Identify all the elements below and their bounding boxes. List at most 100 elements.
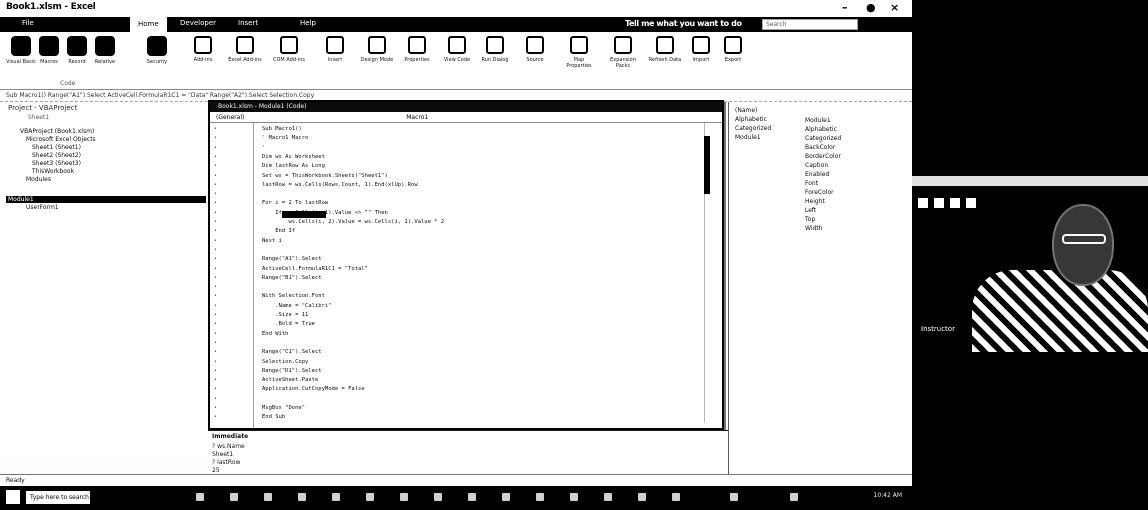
taskbar-app-icon[interactable] <box>502 493 510 501</box>
project-tree-item[interactable]: Modules <box>26 176 51 183</box>
taskbar-app-icon[interactable] <box>604 493 612 501</box>
property-row[interactable]: ForeColor <box>805 188 841 197</box>
property-row[interactable]: (Name) <box>735 106 771 115</box>
taskbar-app-icon[interactable] <box>196 493 204 501</box>
code-line[interactable]: Set ws = ThisWorkbook.Sheets("Sheet1") <box>262 173 388 179</box>
code-line[interactable]: Range("C1").Select <box>262 349 322 355</box>
refresh-data-button[interactable]: Refresh Data <box>648 36 682 63</box>
code-line[interactable]: lastRow = ws.Cells(Rows.Count, 1).End(xl… <box>262 182 418 188</box>
taskbar-app-icon[interactable] <box>366 493 374 501</box>
relative-button[interactable]: Relative <box>88 36 122 65</box>
property-row[interactable]: Height <box>805 197 841 206</box>
restore-button[interactable]: ● <box>866 1 876 14</box>
code-line[interactable]: Next i <box>262 238 282 244</box>
camera-control-icon[interactable] <box>966 198 976 208</box>
taskbar-app-icon[interactable] <box>536 493 544 501</box>
procedure-select[interactable]: Macro1 <box>406 114 428 121</box>
taskbar-app-icon[interactable] <box>468 493 476 501</box>
camera-control-icon[interactable] <box>918 198 928 208</box>
camera-control-icon[interactable] <box>950 198 960 208</box>
property-row[interactable]: BackColor <box>805 143 841 152</box>
design-mode-button[interactable]: Design Mode <box>360 36 394 63</box>
property-row[interactable]: Width <box>805 224 841 233</box>
taskbar-search-input[interactable]: Type here to search <box>26 491 90 504</box>
property-row[interactable]: Top <box>805 215 841 224</box>
taskbar-app-icon[interactable] <box>638 493 646 501</box>
property-row[interactable]: Alphabetic <box>805 125 841 134</box>
code-line[interactable]: End With <box>262 331 289 337</box>
code-line[interactable]: Range("D1").Select <box>262 368 322 374</box>
code-line[interactable]: ActiveCell.FormulaR1C1 = "Total" <box>262 266 368 272</box>
code-line[interactable]: With Selection.Font <box>262 293 325 299</box>
code-line[interactable]: .Name = "Calibri" <box>262 303 331 309</box>
expansion-packs-button[interactable]: Expansion Packs <box>606 36 640 69</box>
code-line[interactable]: If ws.Cells(i, 1).Value <> "" Then <box>262 210 388 216</box>
map-properties-button[interactable]: Map Properties <box>562 36 596 69</box>
property-row[interactable]: Alphabetic <box>735 115 771 124</box>
tab-home[interactable]: Home <box>130 17 167 32</box>
code-line[interactable]: .Bold = True <box>262 321 315 327</box>
property-row[interactable]: Left <box>805 206 841 215</box>
close-button[interactable]: × <box>890 1 899 14</box>
taskbar-tray-icon[interactable] <box>790 493 798 501</box>
taskbar-app-icon[interactable] <box>434 493 442 501</box>
immediate-window[interactable]: Immediate ? ws.Name Sheet1 ? lastRow 25 <box>208 430 728 474</box>
code-line[interactable]: ' <box>262 145 265 151</box>
run-dialog-button[interactable]: Run Dialog <box>478 36 512 63</box>
view-code-button[interactable]: View Code <box>440 36 474 63</box>
taskbar-app-icon[interactable] <box>298 493 306 501</box>
taskbar-app-icon[interactable] <box>332 493 340 501</box>
project-tree-item[interactable]: Sheet1 (Sheet1) <box>32 144 81 151</box>
export-button[interactable]: Export <box>716 36 750 63</box>
import-button[interactable]: Import <box>684 36 718 63</box>
project-tree-item[interactable]: VBAProject (Book1.xlsm) <box>20 128 94 135</box>
code-line[interactable]: Selection.Copy <box>262 359 308 365</box>
project-tree-item[interactable]: Module1 <box>6 196 206 203</box>
project-tree-item[interactable]: Sheet3 (Sheet3) <box>32 160 81 167</box>
object-select[interactable]: (General) <box>216 114 244 121</box>
properties-button[interactable]: Properties <box>400 36 434 63</box>
code-line[interactable]: Range("B1").Select <box>262 275 322 281</box>
add-ins-button[interactable]: Add-ins <box>186 36 220 63</box>
taskbar-tray-icon[interactable] <box>730 493 738 501</box>
property-row[interactable]: Font <box>805 179 841 188</box>
webcam-toolbar[interactable] <box>912 176 1148 186</box>
taskbar-app-icon[interactable] <box>264 493 272 501</box>
camera-control-icon[interactable] <box>934 198 944 208</box>
insert-control-button[interactable]: Insert <box>318 36 352 63</box>
property-row[interactable]: Enabled <box>805 170 841 179</box>
taskbar-app-icon[interactable] <box>570 493 578 501</box>
property-row[interactable]: Categorized <box>735 124 771 133</box>
tab-help[interactable]: Help <box>300 19 316 27</box>
property-row[interactable]: Caption <box>805 161 841 170</box>
project-tree-item[interactable]: ThisWorkbook <box>32 168 74 175</box>
tab-developer[interactable]: Developer <box>180 19 216 27</box>
com-add-ins-button[interactable]: COM Add-ins <box>272 36 306 63</box>
tab-insert[interactable]: Insert <box>238 19 258 27</box>
code-line[interactable]: Application.CutCopyMode = False <box>262 386 365 392</box>
tell-me-caption[interactable]: Tell me what you want to do <box>625 19 742 28</box>
taskbar-app-icon[interactable] <box>230 493 238 501</box>
project-tree-item[interactable]: UserForm1 <box>26 204 59 211</box>
project-tree-item[interactable]: Sheet2 (Sheet2) <box>32 152 81 159</box>
source-button[interactable]: Source <box>518 36 552 63</box>
scrollbar-thumb[interactable] <box>704 136 710 194</box>
code-line[interactable]: Range("A1").Select <box>262 256 322 262</box>
tab-file[interactable]: File <box>22 19 34 27</box>
code-line[interactable]: MsgBox "Done" <box>262 405 305 411</box>
security-button[interactable]: Security <box>140 36 174 65</box>
code-line[interactable]: ActiveSheet.Paste <box>262 377 318 383</box>
code-line[interactable]: Sub Macro1() <box>262 126 302 132</box>
taskbar-app-icon[interactable] <box>400 493 408 501</box>
property-row[interactable]: Categorized <box>805 134 841 143</box>
project-tree-item[interactable]: Microsoft Excel Objects <box>26 136 96 143</box>
property-row[interactable]: Module1 <box>805 116 841 125</box>
code-line[interactable]: Dim lastRow As Long <box>262 163 325 169</box>
excel-add-ins-button[interactable]: Excel Add-ins <box>228 36 262 63</box>
code-line[interactable]: .Size = 11 <box>262 312 308 318</box>
start-button[interactable] <box>6 490 20 504</box>
code-line[interactable]: ws.Cells(i, 2).Value = ws.Cells(i, 1).Va… <box>262 219 444 225</box>
code-line[interactable]: For i = 2 To lastRow <box>262 200 328 206</box>
property-row[interactable]: Module1 <box>735 133 771 142</box>
code-line[interactable]: ' Macro1 Macro <box>262 135 308 141</box>
